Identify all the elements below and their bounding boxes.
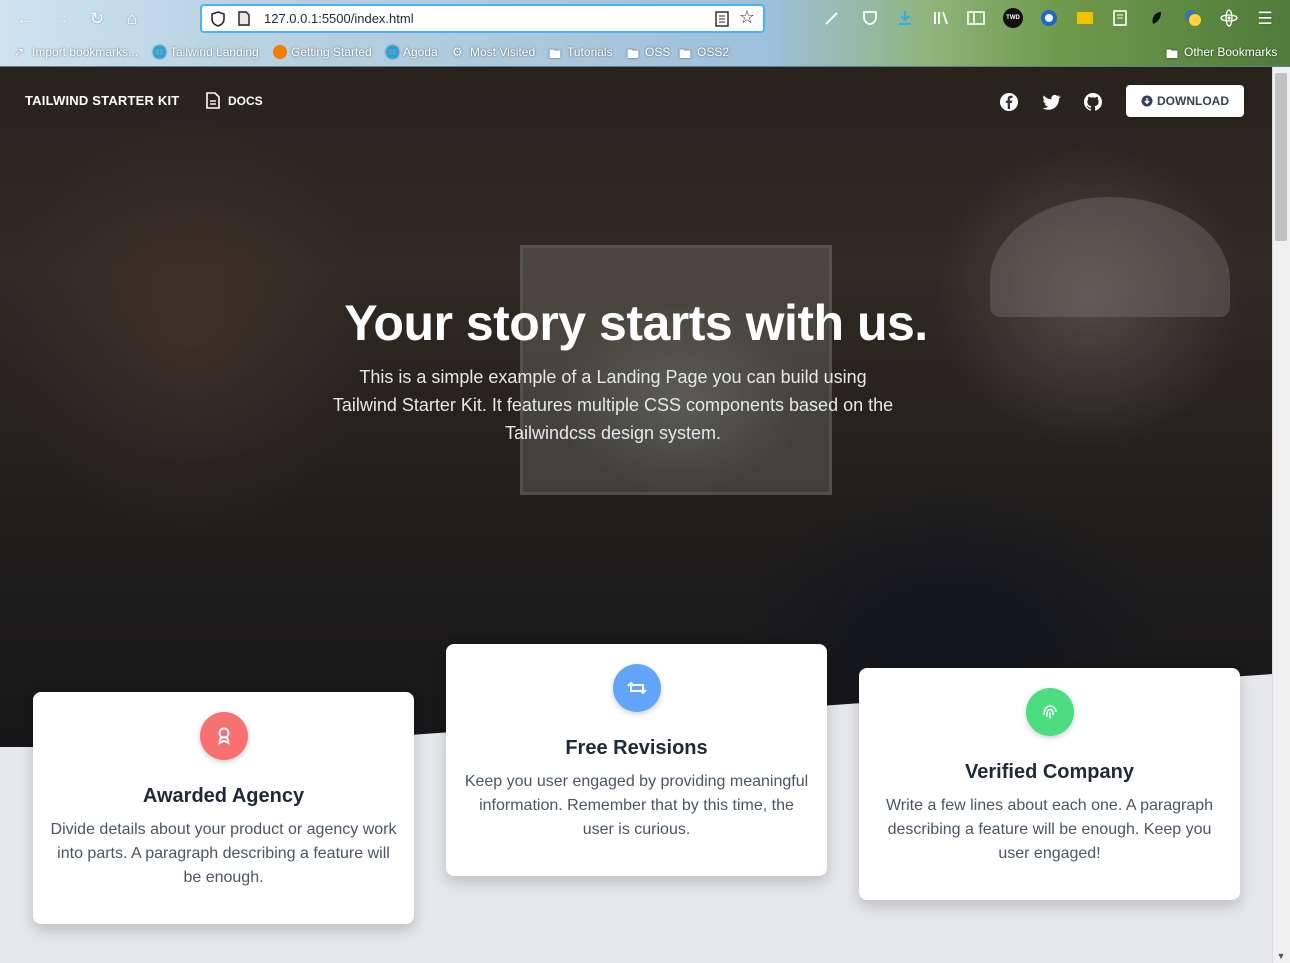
bookmark-star-icon[interactable]: ☆ (739, 7, 755, 28)
feature-icon-circle (199, 712, 248, 760)
pen-icon[interactable] (822, 8, 842, 28)
back-icon[interactable]: ← (14, 8, 36, 30)
hero-subtitle: This is a simple example of a Landing Pa… (332, 367, 894, 443)
bookmark-oss2[interactable]: 🖿 OSS2 (679, 42, 729, 62)
github-icon[interactable] (1083, 92, 1103, 112)
folder-icon: 🖿 (627, 47, 640, 61)
docs-label: DOCS (228, 93, 263, 108)
library-icon[interactable] (931, 8, 951, 28)
screen-extension-icon[interactable] (1075, 8, 1095, 28)
folder-icon: 🖿 (549, 47, 562, 61)
reload-icon[interactable]: ↻ (86, 8, 108, 30)
python-extension-icon[interactable] (1183, 8, 1203, 28)
gnome-icon[interactable] (1147, 8, 1167, 28)
browser-chrome: ← → ↻ ⌂ 127.0.0.1:5500/index.html ☆ TWD … (0, 0, 1290, 67)
feature-title: Free Revisions (565, 737, 708, 759)
bookmark-agoda[interactable]: 🌐 Agoda (385, 42, 438, 62)
globe-icon: 🌐 (152, 45, 167, 59)
bookmark-most-visited[interactable]: ⚙ Most Visited (452, 42, 535, 62)
url-text[interactable]: 127.0.0.1:5500/index.html (264, 11, 414, 26)
import-icon: ↗ (14, 45, 25, 59)
top-navbar: TAILWIND STARTER KIT DOCS DOWNLOAD (0, 67, 1272, 135)
folder-icon: 🖿 (679, 47, 692, 61)
award-icon (217, 727, 230, 745)
download-arrow-icon[interactable] (895, 8, 915, 28)
page-icon (238, 11, 250, 26)
sidebar-icon[interactable] (966, 8, 986, 28)
feature-icon-circle (1025, 688, 1074, 736)
download-button[interactable]: DOWNLOAD (1126, 85, 1244, 117)
feature-card-awarded-agency: Awarded Agency Divide details about your… (33, 692, 414, 924)
firefox-icon (273, 45, 287, 59)
brand-link[interactable]: TAILWIND STARTER KIT (25, 93, 179, 108)
feature-title: Awarded Agency (142, 785, 305, 807)
feature-card-free-revisions: Free Revisions Keep you user engaged by … (446, 644, 827, 876)
pocket-icon[interactable] (860, 8, 880, 28)
scrollbar-thumb[interactable] (1275, 73, 1287, 241)
hero-title: Your story starts with us. (344, 295, 928, 351)
retweet-icon (626, 681, 647, 695)
url-bar[interactable]: 127.0.0.1:5500/index.html ☆ (200, 4, 765, 33)
bookmark-oss[interactable]: 🖿 OSS (627, 42, 670, 62)
folder-icon: 🖿 (1166, 47, 1179, 61)
bookmark-tailwind-landing[interactable]: 🌐 Tailwind Landing (152, 42, 259, 62)
page-scrollbar[interactable]: ▼ (1272, 67, 1290, 963)
facebook-icon[interactable] (999, 92, 1019, 112)
document-icon (206, 92, 220, 109)
twitter-icon[interactable] (1041, 92, 1061, 112)
notes-icon[interactable] (1111, 8, 1131, 28)
feature-description: Keep you user engaged by providing meani… (464, 773, 809, 838)
bookmark-other-bookmarks[interactable]: 🖿 Other Bookmarks (1166, 42, 1277, 62)
reader-view-icon[interactable] (715, 11, 729, 27)
shield-icon[interactable] (211, 11, 225, 27)
scroll-down-arrow-icon[interactable]: ▼ (1276, 951, 1286, 961)
bookmarks-toolbar: ↗ Import bookmarks... 🌐 Tailwind Landing G… (0, 42, 1290, 62)
bookmark-tutorials[interactable]: 🖿 Tutorials (549, 42, 613, 62)
page-viewport: TAILWIND STARTER KIT DOCS DOWNLOAD Your … (0, 67, 1290, 963)
feature-title: Verified Company (965, 761, 1134, 783)
react-devtools-icon[interactable] (1219, 8, 1239, 28)
download-circle-icon (1141, 95, 1153, 107)
globe-icon: 🌐 (385, 45, 400, 59)
forward-icon[interactable]: → (50, 8, 72, 30)
bookmark-import[interactable]: ↗ Import bookmarks... (14, 42, 138, 62)
feature-card-verified-company: Verified Company Write a few lines about… (859, 668, 1240, 900)
bookmark-getting-started[interactable]: Getting Started (273, 42, 372, 62)
twd-extension-icon[interactable]: TWD (1003, 8, 1023, 28)
fingerprint-icon (1042, 705, 1057, 719)
docs-link[interactable]: DOCS (206, 92, 263, 109)
feature-icon-circle (612, 664, 661, 712)
home-icon[interactable]: ⌂ (121, 8, 143, 30)
globe-extension-icon[interactable] (1039, 8, 1059, 28)
feature-description: Divide details about your product or age… (50, 821, 397, 886)
feature-description: Write a few lines about each one. A para… (885, 797, 1214, 862)
menu-icon[interactable]: ☰ (1254, 8, 1276, 30)
download-label: DOWNLOAD (1157, 94, 1229, 108)
gear-icon: ⚙ (452, 45, 463, 59)
